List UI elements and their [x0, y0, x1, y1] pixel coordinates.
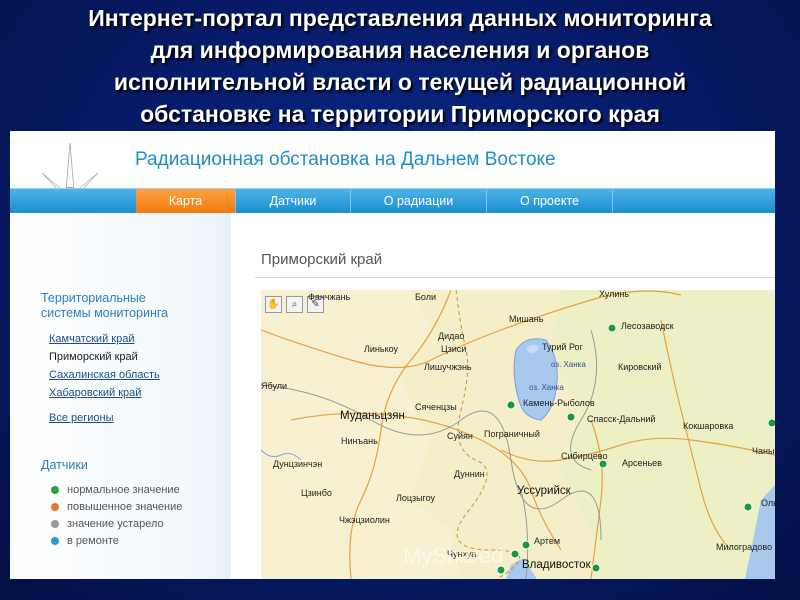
map-label: Турий Рог — [542, 342, 583, 352]
main-navigation: Карта Датчики О радиации О проекте — [10, 188, 775, 213]
sensor-station-marker[interactable] — [591, 563, 601, 573]
status-dot-green-icon — [51, 486, 59, 495]
sensor-station-marker[interactable] — [598, 459, 608, 469]
tab-map[interactable]: Карта — [136, 189, 236, 213]
tab-about-project[interactable]: О проекте — [487, 189, 613, 213]
region-map[interactable]: ✋ ⌕ ✎ Фанчжань Боли Хулинь Лесозаводск Миш… — [261, 290, 775, 579]
tab-about-radiation[interactable]: О радиации — [351, 189, 487, 213]
status-dot-orange-icon — [51, 503, 59, 512]
map-label: Дуннин — [454, 469, 485, 479]
map-label: оз. Ханка — [529, 383, 564, 392]
monitoring-systems-heading: Территориальные — [41, 291, 146, 305]
legend-elevated: повышенное значение — [51, 501, 182, 513]
map-label: Ябули — [261, 381, 288, 391]
legend-label: значение устарело — [67, 518, 164, 530]
map-label: Суйян — [447, 431, 473, 441]
sensor-station-marker[interactable] — [607, 323, 617, 333]
region-link-kamchatka[interactable]: Камчатский край — [49, 333, 134, 345]
site-title: Радиационная обстановка на Дальнем Восто… — [135, 149, 556, 170]
sidebar: Территориальные системы мониторинга Камч… — [10, 213, 231, 579]
sensors-heading: Датчики — [41, 458, 88, 472]
map-label: Нинъань — [341, 436, 378, 446]
hand-tool-icon[interactable]: ✋ — [265, 296, 282, 313]
map-label: Чжэцзиолин — [339, 515, 390, 525]
slide-title-line: обстановке на территории Приморского кра… — [140, 101, 660, 127]
sensor-station-marker[interactable] — [767, 418, 775, 428]
monitoring-systems-heading: системы мониторинга — [41, 306, 169, 320]
divider — [255, 277, 775, 278]
zoom-tool-icon[interactable]: ⌕ — [286, 296, 303, 313]
map-label: Лоцзыгоу — [396, 493, 436, 503]
legend-outdated: значение устарело — [51, 518, 164, 530]
map-label: Пограничный — [484, 429, 540, 439]
map-label: Кировский — [618, 362, 662, 372]
map-label: Линькоу — [364, 344, 399, 354]
slide-title-line: для информирования населения и органов — [150, 37, 650, 63]
slide-title: Интернет-портал представления данных мон… — [0, 2, 800, 130]
map-label: Камень-Рыболов — [523, 398, 595, 408]
map-label: Чаны — [752, 446, 775, 456]
map-label: Ольга — [761, 498, 775, 508]
map-label: Цзинбо — [301, 488, 332, 498]
map-label: Арсеньев — [622, 458, 662, 468]
map-label: Сибирцево — [561, 451, 608, 461]
slide-title-line: Интернет-портал представления данных мон… — [88, 5, 712, 31]
map-label: Дидао — [438, 331, 465, 341]
map-label: Владивосток — [522, 559, 591, 571]
status-dot-gray-icon — [51, 520, 59, 529]
map-label: оз. Ханка — [551, 360, 586, 369]
map-label: Лишучжэнь — [424, 362, 472, 372]
map-label: Сяченцзы — [415, 402, 457, 412]
tab-sensors[interactable]: Датчики — [236, 189, 351, 213]
sensor-station-marker[interactable] — [743, 502, 753, 512]
legend-repair: в ремонте — [51, 535, 119, 547]
map-label: Хулинь — [599, 290, 630, 299]
watermark: MyShared — [403, 543, 504, 568]
region-link-sakhalin[interactable]: Сахалинская область — [49, 369, 160, 381]
region-link-khabarovsk[interactable]: Хабаровский край — [49, 387, 141, 399]
map-label: Дунцзинчэн — [273, 459, 323, 469]
map-label: Мишань — [509, 314, 544, 324]
all-regions-link[interactable]: Все регионы — [49, 412, 114, 424]
page-title: Приморский край — [261, 251, 383, 268]
map-label: Цзиси — [441, 344, 467, 354]
sensor-station-marker[interactable] — [510, 549, 520, 559]
status-dot-blue-icon — [51, 537, 59, 546]
sensor-station-marker[interactable] — [566, 412, 576, 422]
legend-label: нормальное значение — [67, 484, 180, 496]
legend-normal: нормальное значение — [51, 484, 180, 496]
map-label: Кокшаровка — [683, 421, 734, 431]
map-label: Артем — [534, 536, 561, 546]
map-label: Милоградово — [716, 542, 773, 552]
region-link-primorsky[interactable]: Приморский край — [49, 351, 138, 363]
sensor-station-marker[interactable] — [521, 540, 531, 550]
map-label: Боли — [415, 292, 436, 302]
map-label: Фанчжань — [308, 292, 351, 302]
legend-label: повышенное значение — [67, 501, 183, 513]
map-label: Муданьцзян — [340, 410, 405, 422]
map-label: Уссурийск — [517, 485, 571, 497]
portal-screenshot: Радиационная обстановка на Дальнем Восто… — [10, 131, 775, 579]
legend-label: в ремонте — [67, 535, 119, 547]
sensor-station-marker[interactable] — [506, 400, 516, 410]
slide-title-line: исполнительной власти о текущей радиацио… — [113, 69, 687, 95]
map-label: Спасск-Дальний — [587, 414, 656, 424]
map-label: Лесозаводск — [621, 321, 674, 331]
